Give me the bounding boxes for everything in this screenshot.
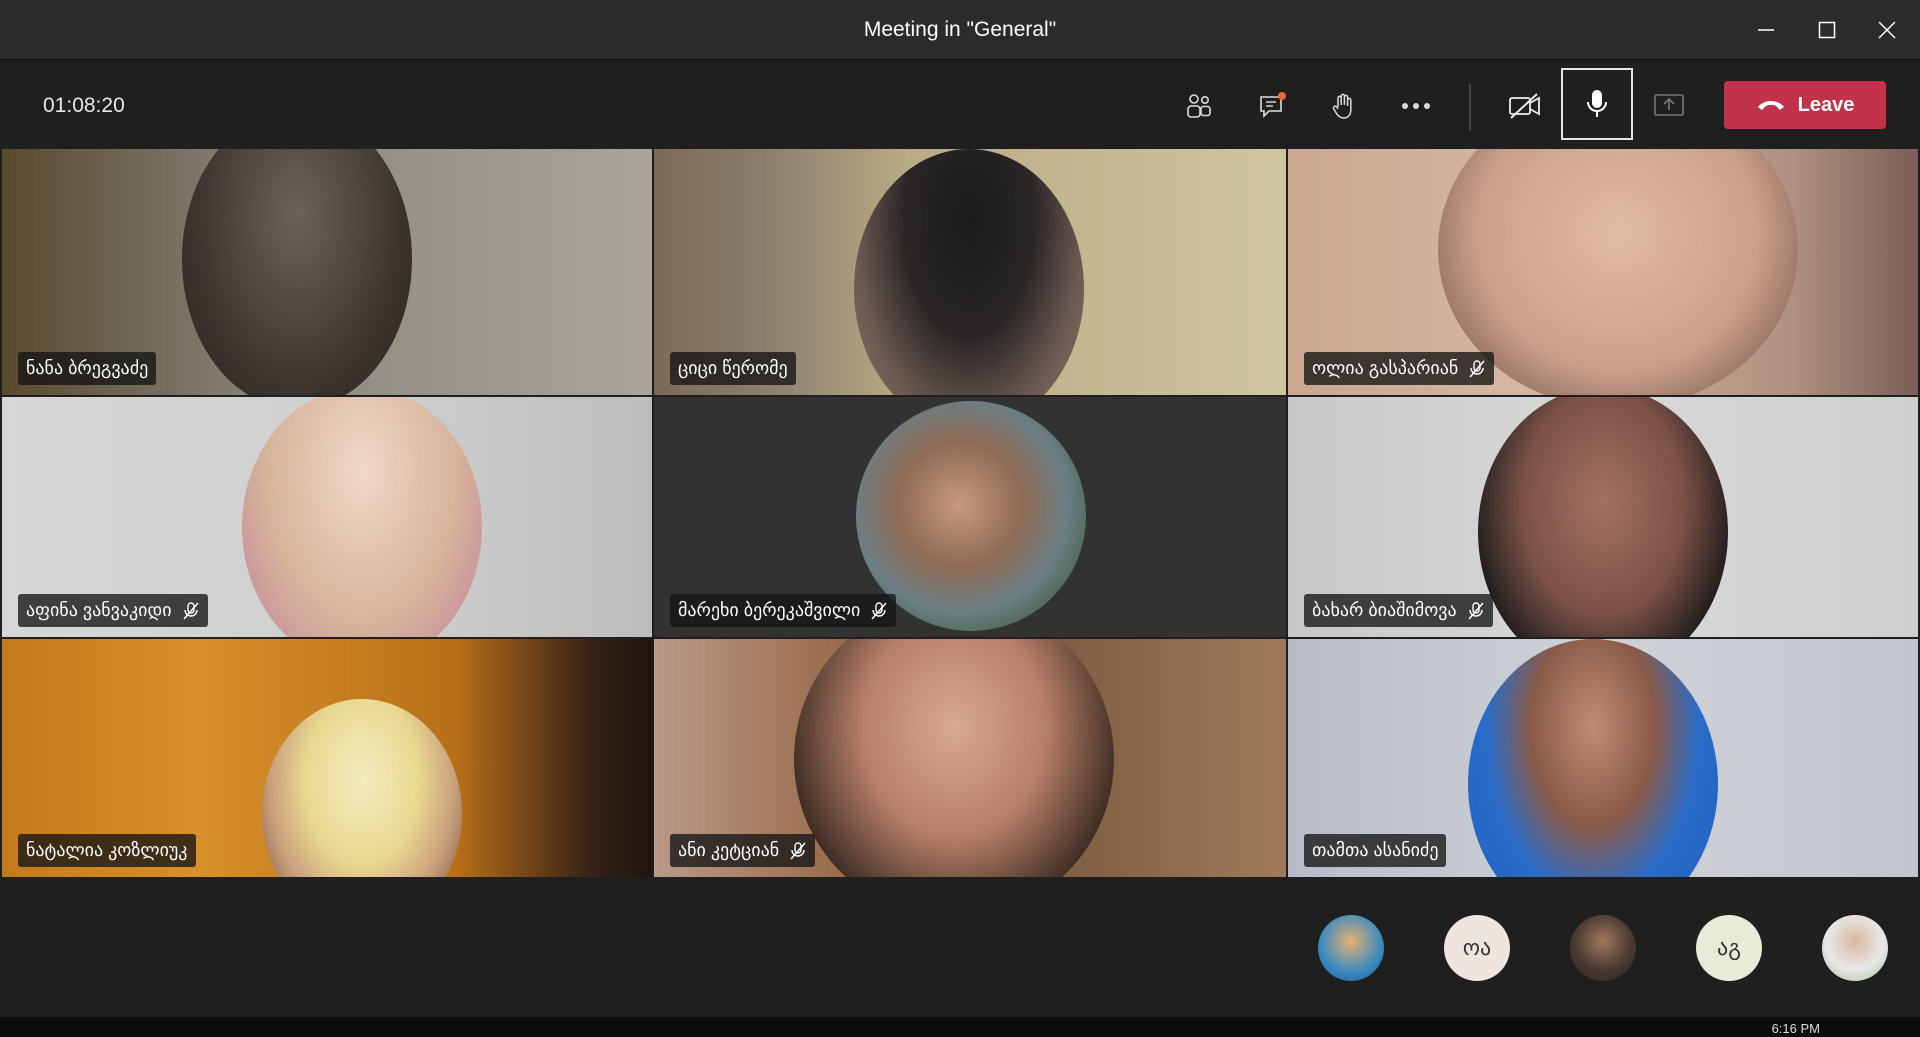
participant-avatar[interactable]: ოა <box>1444 915 1510 981</box>
participant-video <box>854 149 1084 395</box>
mic-muted-icon <box>182 601 199 620</box>
participant-name-tag: ნატალია კოზლიუკ <box>18 834 196 867</box>
taskbar-clock: 6:16 PM <box>1771 1021 1820 1036</box>
raise-hand-button[interactable] <box>1309 72 1377 140</box>
minimize-button[interactable] <box>1745 12 1787 48</box>
window-title: Meeting in "General" <box>863 18 1057 41</box>
participant-name: ოლია გასპარიან <box>1312 358 1459 378</box>
video-tile[interactable]: აფინა ვანვაკიდი <box>2 397 652 637</box>
participant-name: ნანა ბრეგვაძე <box>26 358 149 378</box>
leave-button[interactable]: Leave <box>1724 81 1886 129</box>
more-actions-button[interactable] <box>1382 72 1450 140</box>
participant-avatar[interactable] <box>1822 915 1888 981</box>
mic-muted-icon <box>1468 601 1484 620</box>
microphone-icon <box>1587 90 1607 117</box>
participant-name: ანი კეტციან <box>678 840 780 860</box>
participant-avatar[interactable] <box>1570 915 1636 981</box>
people-icon <box>1187 94 1211 118</box>
participant-name: მარეხი ბერეკაშვილი <box>678 600 861 620</box>
mic-muted-icon <box>790 841 806 860</box>
participant-video <box>182 149 412 395</box>
participant-name: ნატალია კოზლიუკ <box>26 840 188 860</box>
meeting-timer: 01:08:20 <box>43 94 125 117</box>
participant-name: აფინა ვანვაკიდი <box>26 600 172 620</box>
close-button[interactable] <box>1866 12 1908 48</box>
video-tile[interactable]: მარეხი ბერეკაშვილი <box>654 397 1286 637</box>
participant-video <box>794 639 1114 877</box>
close-icon <box>1878 21 1896 39</box>
participant-name: თამთა ასანიძე <box>1312 840 1439 860</box>
avatar-initials: ოა <box>1462 935 1492 960</box>
participant-name-tag: ბახარ ბიაშიმოვა <box>1304 594 1493 627</box>
video-tile[interactable]: თამთა ასანიძე <box>1288 639 1918 877</box>
camera-toggle-button[interactable] <box>1491 72 1559 140</box>
video-grid: ნანა ბრეგვაძე ციცი წერომე ოლია გასპარიან… <box>2 149 1918 877</box>
camera-off-icon <box>1509 93 1540 119</box>
participant-roster: ოა აგ <box>0 877 1920 1017</box>
participant-name-tag: მარეხი ბერეკაშვილი <box>670 594 897 627</box>
participant-video <box>1478 397 1728 637</box>
avatar-initials: აგ <box>1717 935 1741 960</box>
title-bar: Meeting in "General" <box>0 0 1920 60</box>
video-tile[interactable]: ნანა ბრეგვაძე <box>2 149 652 395</box>
share-screen-button[interactable] <box>1635 72 1703 140</box>
video-tile[interactable]: ბახარ ბიაშიმოვა <box>1288 397 1918 637</box>
video-tile[interactable]: ანი კეტციან <box>654 639 1286 877</box>
taskbar: 6:16 PM <box>0 1017 1920 1037</box>
video-tile[interactable]: ნატალია კოზლიუკ <box>2 639 652 877</box>
participant-video <box>262 699 462 877</box>
raise-hand-icon <box>1332 93 1352 119</box>
share-screen-icon <box>1654 94 1684 116</box>
maximize-button[interactable] <box>1806 12 1848 48</box>
microphone-toggle-button[interactable] <box>1561 68 1633 140</box>
video-tile[interactable]: ციცი წერომე <box>654 149 1286 395</box>
participant-name-tag: ნანა ბრეგვაძე <box>18 352 157 385</box>
video-tile[interactable]: ოლია გასპარიან <box>1288 149 1918 395</box>
participant-avatar[interactable]: აგ <box>1696 915 1762 981</box>
participant-name-tag: ანი კეტციან <box>670 834 816 867</box>
leave-label: Leave <box>1797 93 1855 116</box>
chat-icon <box>1260 92 1286 118</box>
show-participants-button[interactable] <box>1165 72 1233 140</box>
toolbar-divider <box>1469 84 1471 130</box>
mic-muted-icon <box>871 601 887 620</box>
mic-muted-icon <box>1469 359 1485 378</box>
more-icon <box>1402 103 1430 109</box>
meeting-toolbar: 01:08:20 Leave <box>0 60 1920 148</box>
maximize-icon <box>1818 21 1836 39</box>
hang-up-icon <box>1757 101 1784 110</box>
participant-video <box>242 397 482 637</box>
participant-name-tag: ოლია გასპარიან <box>1304 352 1495 385</box>
participant-video <box>1468 639 1718 877</box>
participant-name-tag: ციცი წერომე <box>670 352 796 385</box>
participant-name-tag: თამთა ასანიძე <box>1304 834 1447 867</box>
participant-name: ციცი წერომე <box>678 358 788 378</box>
minimize-icon <box>1758 29 1774 31</box>
show-chat-button[interactable] <box>1238 72 1306 140</box>
participant-name: ბახარ ბიაშიმოვა <box>1312 600 1457 620</box>
participant-avatar[interactable] <box>1318 915 1384 981</box>
participant-name-tag: აფინა ვანვაკიდი <box>18 594 208 627</box>
